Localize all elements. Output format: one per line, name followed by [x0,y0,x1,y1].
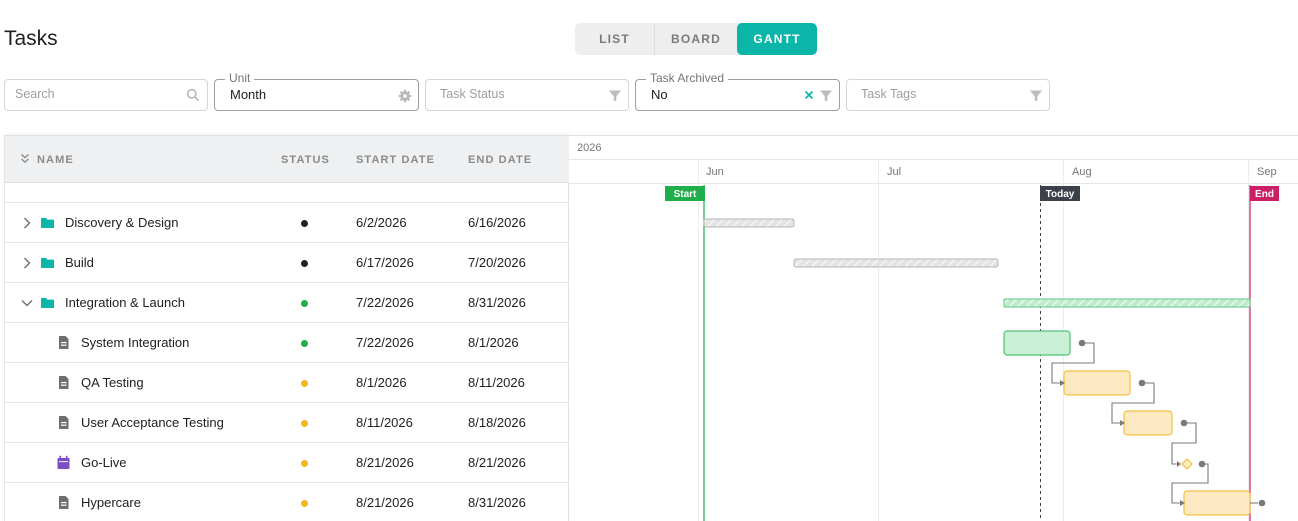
folder-icon [41,218,54,228]
svg-text:End: End [1255,189,1274,200]
gantt-canvas: Start Today End [665,160,1279,521]
document-icon [59,336,69,349]
gantt-chart: 2026 Jun Jul Aug Sep Start Today End [569,135,1298,521]
column-header-name[interactable]: NAME [37,154,74,166]
gantt-bar-qa-testing[interactable] [1063,370,1131,396]
task-start-date: 6/17/2026 [356,255,414,270]
column-header-start-date[interactable]: START DATE [356,154,435,166]
gantt-bar-user-acceptance-testing[interactable] [1123,410,1173,436]
grid-header: NAME STATUS START DATE END DATE [5,135,569,183]
task-status-placeholder: Task Status [440,87,505,101]
gantt-bar-build[interactable] [793,258,999,268]
task-status-select[interactable]: Task Status [425,79,629,111]
grid-row[interactable]: Integration & Launch 7/22/2026 8/31/2026 [5,283,569,323]
calendar-icon [57,455,70,469]
task-tags-placeholder: Task Tags [861,87,917,101]
status-dot [301,500,308,507]
task-end-date: 8/31/2026 [468,295,526,310]
month-gridlines [698,160,1249,521]
column-header-end-date[interactable]: END DATE [468,154,532,166]
task-archived-label: Task Archived [646,71,729,85]
document-icon [59,416,69,429]
task-name: Discovery & Design [65,215,179,230]
clear-icon[interactable] [803,89,815,101]
view-switcher: LIST BOARD GANTT [575,23,817,55]
filter-icon[interactable] [819,89,833,103]
gantt-bar-discovery-design[interactable] [703,218,795,228]
task-end-date: 8/31/2026 [468,495,526,510]
task-name: Build [65,255,94,270]
unit-select[interactable]: Unit Month [214,71,419,111]
filter-icon[interactable] [1029,89,1043,103]
document-icon [59,496,69,509]
task-end-date: 7/20/2026 [468,255,526,270]
task-start-date: 7/22/2026 [356,295,414,310]
gantt-milestone-go-live[interactable] [1181,458,1193,470]
task-start-date: 6/2/2026 [356,215,407,230]
search-icon [186,88,200,102]
list-view-button[interactable]: LIST [575,23,655,55]
folder-open-icon [41,298,54,308]
grid-row[interactable]: Go-Live 8/21/2026 8/21/2026 [5,443,569,483]
task-start-date: 8/21/2026 [356,495,414,510]
search-placeholder: Search [15,87,55,101]
today-marker: Today [1040,186,1080,201]
grid-row[interactable]: QA Testing 8/1/2026 8/11/2026 [5,363,569,403]
status-dot [301,220,308,227]
chevron-right-icon[interactable] [20,256,34,270]
task-start-date: 7/22/2026 [356,335,414,350]
status-dot [301,460,308,467]
task-end-date: 8/18/2026 [468,415,526,430]
gear-icon[interactable] [398,89,412,103]
page-title: Tasks [4,27,58,50]
column-header-status[interactable]: STATUS [281,154,330,166]
chevron-right-icon[interactable] [20,216,34,230]
gantt-bar-hypercare[interactable] [1183,490,1251,516]
svg-text:Today: Today [1046,189,1075,200]
task-end-date: 8/1/2026 [468,335,519,350]
search-input[interactable]: Search [4,79,208,111]
end-marker: End [1250,186,1279,201]
task-name: Hypercare [81,495,141,510]
grid-row[interactable]: Hypercare 8/21/2026 8/31/2026 [5,483,569,521]
status-dot [301,380,308,387]
task-name: User Acceptance Testing [81,415,224,430]
folder-icon [41,258,54,268]
svg-text:Start: Start [674,189,697,200]
gantt-bar-integration-launch[interactable] [1003,298,1251,308]
collapse-all-icon[interactable] [20,153,30,164]
grid-row[interactable]: Build 6/17/2026 7/20/2026 [5,243,569,283]
status-dot [301,420,308,427]
status-dot [301,260,308,267]
task-end-date: 6/16/2026 [468,215,526,230]
grid-spacer-row [5,183,569,203]
status-dot [301,300,308,307]
unit-value: Month [230,87,267,102]
task-name: Go-Live [81,455,127,470]
filter-icon[interactable] [608,89,622,103]
task-archived-select[interactable]: Task Archived No [635,71,840,111]
task-name: Integration & Launch [65,295,185,310]
board-view-button[interactable]: BOARD [655,23,737,55]
gantt-bar-system-integration[interactable] [1003,330,1071,356]
task-name: QA Testing [81,375,144,390]
task-grid: NAME STATUS START DATE END DATE Discover… [4,135,569,521]
grid-row[interactable]: Discovery & Design 6/2/2026 6/16/2026 [5,203,569,243]
task-tags-select[interactable]: Task Tags [846,79,1050,111]
task-end-date: 8/11/2026 [468,375,525,390]
start-marker: Start [665,186,705,201]
task-start-date: 8/1/2026 [356,375,407,390]
task-start-date: 8/11/2026 [356,415,413,430]
grid-row[interactable]: System Integration 7/22/2026 8/1/2026 [5,323,569,363]
unit-label: Unit [225,71,255,85]
document-icon [59,376,69,389]
task-start-date: 8/21/2026 [356,455,414,470]
gantt-view-button[interactable]: GANTT [737,23,817,55]
grid-row[interactable]: User Acceptance Testing 8/11/2026 8/18/2… [5,403,569,443]
chevron-down-icon[interactable] [20,296,34,310]
task-name: System Integration [81,335,190,350]
task-end-date: 8/21/2026 [468,455,526,470]
status-dot [301,340,308,347]
task-archived-value: No [651,87,668,102]
